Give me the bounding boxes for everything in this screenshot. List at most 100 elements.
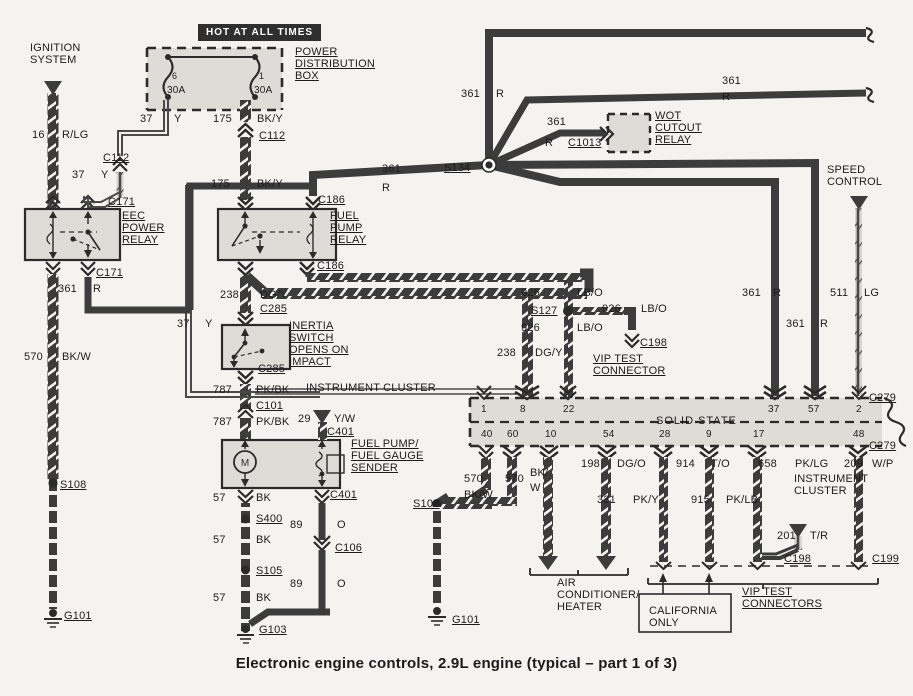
connector-label-c112-left: C112 bbox=[103, 152, 130, 164]
wire-color-926-b: LB/O bbox=[577, 322, 603, 334]
cluster-pin-bottom-5: 9 bbox=[706, 429, 712, 440]
wire-num-926-a: 926 bbox=[521, 287, 540, 299]
cluster-pin-top-5: 2 bbox=[856, 404, 862, 415]
label-instrument-cluster-right: INSTRUMENT CLUSTER bbox=[794, 473, 869, 497]
wire-color-201: T/R bbox=[810, 530, 829, 542]
wire-num-926-b: 926 bbox=[521, 322, 540, 334]
ground-label-g101-right: G101 bbox=[452, 614, 480, 626]
wire-color-570-b: BK/W bbox=[464, 489, 493, 501]
diagram-caption: Electronic engine controls, 2.9L engine … bbox=[235, 655, 678, 672]
connector-label-c106: C106 bbox=[335, 542, 363, 554]
label-wot-cutout-relay: WOT CUTOUT RELAY bbox=[655, 110, 702, 146]
label-vip-test-connector: VIP TEST CONNECTOR bbox=[593, 353, 666, 377]
wire-color-361-pin57: R bbox=[820, 318, 829, 330]
wire-num-29: 29 bbox=[298, 413, 311, 425]
wire-num-238-upper: 238 bbox=[220, 289, 239, 301]
wire-color-570-left: BK/W bbox=[62, 351, 91, 363]
cluster-pin-top-4: 57 bbox=[808, 404, 820, 415]
cluster-pin-bottom-0: 40 bbox=[481, 429, 493, 440]
wire-num-57-c: 57 bbox=[213, 592, 226, 604]
svg-text:M: M bbox=[241, 458, 249, 469]
label-solid-state: SOLID STATE bbox=[656, 415, 737, 427]
connector-label-c198-bottom: C198 bbox=[784, 553, 812, 565]
wire-color-175-lower: BK/Y bbox=[257, 178, 283, 190]
connector-label-c1013: C1013 bbox=[568, 137, 602, 149]
wire-num-787-upper: 787 bbox=[213, 384, 232, 396]
splice-label-s127: S127 bbox=[531, 305, 558, 317]
cluster-pin-top-0: 1 bbox=[481, 404, 487, 415]
wire-color-209: W/P bbox=[872, 458, 894, 470]
ground-label-g103: G103 bbox=[259, 624, 287, 636]
cluster-pin-top-2: 22 bbox=[563, 404, 575, 415]
wire-color-926-c: LB/O bbox=[641, 303, 667, 315]
wire-color-361-topright: R bbox=[722, 91, 731, 103]
fuse-rating-1: 30A bbox=[254, 85, 273, 96]
wire-num-37-mid: 37 bbox=[72, 169, 85, 181]
wire-num-361-eec: 361 bbox=[58, 283, 77, 295]
wire-num-915: 915 bbox=[691, 494, 710, 506]
wire-num-511: 511 bbox=[830, 287, 849, 299]
wire-num-37-upper: 37 bbox=[140, 113, 153, 125]
wire-color-57-c: BK bbox=[256, 592, 272, 604]
splice-label-s134: S134 bbox=[444, 162, 471, 174]
cluster-pin-top-3: 37 bbox=[768, 404, 780, 415]
connector-label-c401-top: C401 bbox=[327, 426, 355, 438]
wire-num-361-c1013: 361 bbox=[547, 116, 566, 128]
connector-label-c112-right: C112 bbox=[259, 130, 286, 142]
label-inertia-switch: INERTIA SWITCH OPENS ON IMPACT bbox=[289, 320, 349, 368]
cluster-pin-top-1: 8 bbox=[520, 404, 526, 415]
fuel-pump-relay-box bbox=[216, 207, 338, 262]
wire-color-915: PK/LB bbox=[726, 494, 759, 506]
wire-num-570-c: 570 bbox=[505, 473, 524, 485]
cluster-pin-bottom-3: 54 bbox=[603, 429, 615, 440]
wiring-diagram-page: M HOT AT ALL TIMES IGNITION SYSTEM POWER… bbox=[0, 0, 913, 696]
wire-color-787-upper: PK/BK bbox=[256, 384, 290, 396]
label-fuel-pump-relay: FUEL PUMP RELAY bbox=[330, 210, 367, 246]
wire-num-361-top: 361 bbox=[461, 88, 480, 100]
wire-num-658: 658 bbox=[758, 458, 777, 470]
cluster-pin-bottom-7: 48 bbox=[853, 429, 865, 440]
wire-num-361-pin37: 361 bbox=[742, 287, 761, 299]
fuel-pump-sender-box: M bbox=[220, 438, 345, 490]
connector-label-c285-top: C285 bbox=[260, 303, 288, 315]
connector-label-c198-vip: C198 bbox=[640, 337, 668, 349]
connector-label-c186-bottom: C186 bbox=[317, 260, 345, 272]
wire-num-175-lower: 175 bbox=[211, 178, 230, 190]
label-ignition-system: IGNITION SYSTEM bbox=[30, 42, 81, 66]
connector-label-c186-top: C186 bbox=[318, 194, 346, 206]
fuse-cavity-1: 1 bbox=[259, 71, 265, 81]
connector-label-c199: C199 bbox=[872, 553, 900, 565]
wire-num-89-a: 89 bbox=[290, 519, 303, 531]
wire-num-175-upper: 175 bbox=[213, 113, 232, 125]
wire-color-361-top: R bbox=[496, 88, 505, 100]
wire-color-658: PK/LG bbox=[795, 458, 829, 470]
wire-num-361-s134: 361 bbox=[382, 163, 401, 175]
wire-color-238-upper: DG/Y bbox=[260, 289, 288, 301]
wire-num-331: 331 bbox=[597, 494, 616, 506]
wire-color-37-mid: Y bbox=[101, 169, 109, 181]
splice-label-s400: S400 bbox=[256, 513, 283, 525]
connector-label-c285-bottom: C285 bbox=[258, 363, 286, 375]
wire-num-570-left: 570 bbox=[24, 351, 43, 363]
wire-color-89-b: O bbox=[337, 578, 346, 590]
eec-power-relay-box bbox=[23, 207, 122, 262]
splice-label-s108-right: S108 bbox=[413, 498, 440, 510]
wire-color-57-a: BK bbox=[256, 492, 272, 504]
wire-color-238-lower: DG/Y bbox=[535, 347, 563, 359]
label-power-distribution-box: POWER DISTRIBUTION BOX bbox=[295, 46, 376, 82]
banner-hot-at-all-times: HOT AT ALL TIMES bbox=[198, 24, 322, 41]
connector-label-c171-top: C171 bbox=[108, 196, 136, 208]
label-eec-power-relay: EEC POWER RELAY bbox=[122, 210, 165, 246]
splice-label-s108-left: S108 bbox=[60, 479, 87, 491]
wire-color-926-a: LB/O bbox=[577, 287, 603, 299]
ground-label-g101-left: G101 bbox=[64, 610, 92, 622]
wire-color-361-pin37: R bbox=[773, 287, 782, 299]
label-vip-test-connectors: VIP TEST CONNECTORS bbox=[742, 586, 823, 610]
wire-color-511: LG bbox=[864, 287, 880, 299]
wire-num-57-a: 57 bbox=[213, 492, 226, 504]
wire-num-89-b: 89 bbox=[290, 578, 303, 590]
wire-color-57-b: BK bbox=[256, 534, 272, 546]
wire-color-89-a: O bbox=[337, 519, 346, 531]
label-speed-control: SPEED CONTROL bbox=[827, 164, 883, 188]
wire-num-201: 201 bbox=[777, 530, 796, 542]
